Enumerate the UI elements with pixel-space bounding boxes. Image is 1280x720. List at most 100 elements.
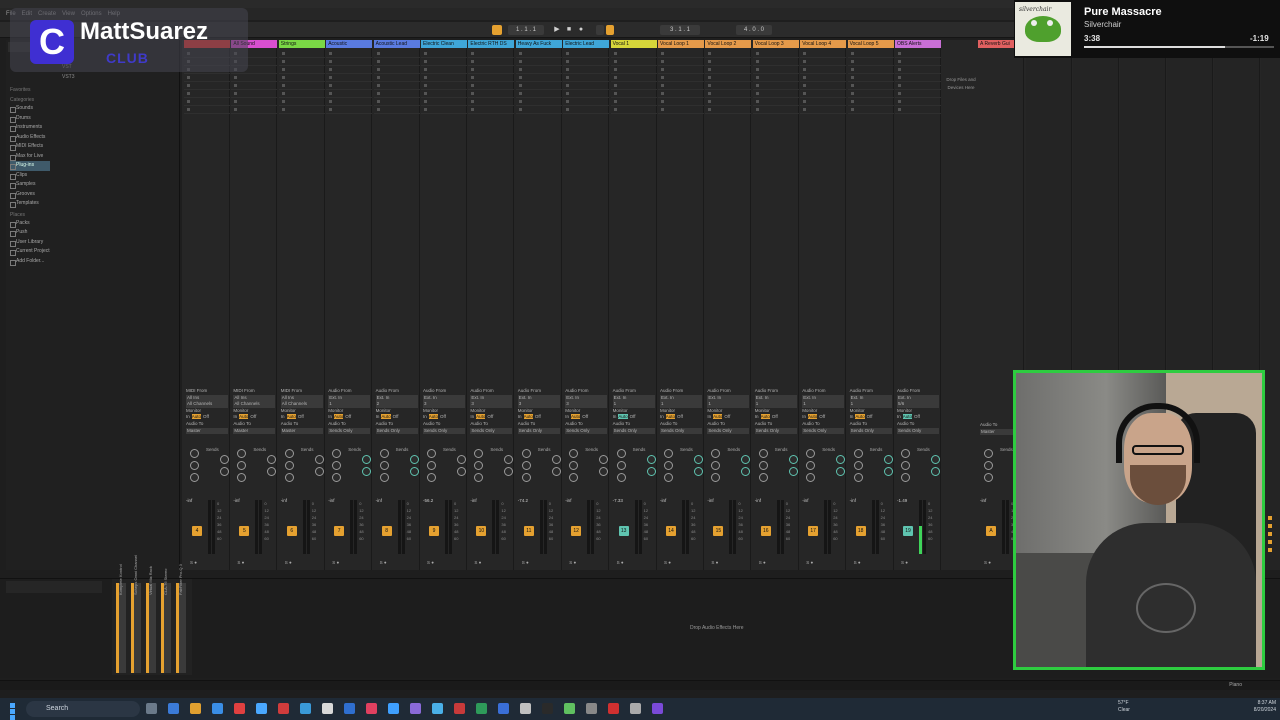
taskbar-app-icon[interactable]: [432, 703, 443, 714]
browser-item[interactable]: User Library: [10, 238, 50, 248]
monitor-auto-button[interactable]: Auto: [286, 414, 296, 420]
volume-fader[interactable]: [923, 500, 926, 554]
solo-arm-row[interactable]: S ●: [332, 560, 339, 565]
clip-slot[interactable]: [705, 90, 752, 98]
send-knob[interactable]: [984, 461, 993, 470]
clip-slot[interactable]: [278, 74, 325, 82]
clip-slot[interactable]: [752, 74, 799, 82]
send-knob[interactable]: [646, 467, 656, 476]
send-knob[interactable]: [788, 455, 798, 464]
input-sub-select[interactable]: 3: [565, 401, 608, 408]
volume-value[interactable]: -inf: [660, 498, 674, 503]
monitor-auto-button[interactable]: Auto: [570, 414, 581, 420]
output-select[interactable]: Sends Only: [470, 427, 513, 435]
taskbar-app-icon[interactable]: [190, 703, 201, 714]
monitor-auto-button[interactable]: Auto: [523, 414, 533, 420]
clip-slot[interactable]: [895, 50, 941, 58]
send-knob[interactable]: [379, 461, 389, 470]
record-icon[interactable]: ●: [577, 26, 585, 34]
clip-slot[interactable]: [278, 58, 325, 66]
clip-slot[interactable]: [705, 66, 752, 74]
output-select[interactable]: Sends Only: [707, 427, 750, 435]
send-knob[interactable]: [551, 467, 561, 476]
monitor-in-button[interactable]: In: [518, 414, 522, 419]
device-strip[interactable]: Komplete Kontrol: [116, 564, 126, 673]
send-knob[interactable]: [409, 467, 419, 476]
send-knob[interactable]: [853, 461, 863, 470]
track-title[interactable]: Electric Lead: [563, 40, 610, 48]
volume-fader[interactable]: [828, 500, 832, 554]
send-knob[interactable]: [332, 461, 342, 470]
clip-slot[interactable]: [515, 66, 562, 74]
send-knob[interactable]: [806, 461, 816, 470]
send-knob[interactable]: [409, 455, 419, 464]
clip-slot[interactable]: [231, 90, 278, 98]
monitor-off-button[interactable]: Off: [914, 414, 920, 419]
volume-value[interactable]: -1.49: [897, 498, 911, 503]
monitor-buttons[interactable]: In Auto Off: [897, 414, 939, 421]
clip-slot[interactable]: [752, 50, 799, 58]
input-sub-select[interactable]: 1: [802, 401, 845, 408]
send-knob[interactable]: [931, 467, 940, 476]
clip-slot[interactable]: [705, 82, 752, 90]
input-channel-select[interactable]: Ext. In: [612, 394, 655, 402]
monitor-in-button[interactable]: In: [470, 414, 474, 419]
volume-value[interactable]: -inf: [802, 498, 816, 503]
volume-value[interactable]: -inf: [755, 498, 769, 503]
monitor-auto-button[interactable]: Auto: [191, 414, 202, 420]
device-strip[interactable]: CLA-76 Stereo: [161, 569, 171, 673]
clip-slot[interactable]: [468, 66, 515, 74]
browser-item[interactable]: Max for Live: [10, 152, 50, 162]
clip-slot[interactable]: [610, 98, 657, 106]
monitor-in-button[interactable]: In: [660, 414, 664, 419]
browser-item[interactable]: Packs: [10, 219, 50, 229]
clip-slot[interactable]: [373, 66, 420, 74]
clip-slot[interactable]: [563, 106, 610, 114]
send-knob[interactable]: [474, 461, 484, 470]
taskbar-search-input[interactable]: Search: [26, 701, 140, 717]
clip-slot[interactable]: [563, 82, 610, 90]
arrangement-position[interactable]: 1 . 1 . 1: [508, 25, 544, 35]
windows-start-icon[interactable]: [10, 703, 21, 720]
send-knob[interactable]: [267, 455, 277, 464]
monitor-buttons[interactable]: In Auto Off: [565, 414, 607, 421]
track-title[interactable]: Heavy As Fuck: [515, 40, 562, 48]
taskbar-app-icon[interactable]: [542, 703, 553, 714]
send-knob[interactable]: [237, 449, 247, 458]
track-title[interactable]: OBS Alerts: [895, 40, 941, 48]
taskbar-app-icon[interactable]: [146, 703, 157, 714]
taskbar-app-icon[interactable]: [608, 703, 619, 714]
clip-slot[interactable]: [752, 98, 799, 106]
clip-slot[interactable]: [373, 50, 420, 58]
clip-slot[interactable]: [278, 50, 325, 58]
solo-arm-row[interactable]: S ●: [711, 560, 718, 565]
track-title[interactable]: Strings: [278, 40, 325, 48]
clip-slot[interactable]: [373, 98, 420, 106]
send-knob[interactable]: [521, 473, 531, 482]
monitor-off-button[interactable]: Off: [772, 414, 778, 419]
clip-slot[interactable]: [278, 82, 325, 90]
volume-value[interactable]: -inf: [233, 498, 247, 503]
clip-slot[interactable]: [515, 90, 562, 98]
clip-slot[interactable]: [184, 74, 230, 82]
monitor-off-button[interactable]: Off: [535, 414, 541, 419]
monitor-in-button[interactable]: In: [423, 414, 427, 419]
track-activator-button[interactable]: 19: [903, 526, 913, 536]
send-knob[interactable]: [694, 455, 703, 464]
track-activator-button[interactable]: 11: [523, 526, 534, 536]
clip-slot[interactable]: [895, 98, 941, 106]
input-sub-select[interactable]: 3: [470, 401, 513, 408]
taskbar-app-icon[interactable]: [388, 703, 399, 714]
clip-slot[interactable]: [658, 74, 704, 82]
send-knob[interactable]: [806, 449, 816, 458]
volume-fader[interactable]: [306, 500, 310, 554]
monitor-off-button[interactable]: Off: [487, 414, 493, 419]
clip-slot[interactable]: [895, 82, 941, 90]
taskbar-app-icon[interactable]: [300, 703, 311, 714]
send-knob[interactable]: [836, 455, 846, 464]
monitor-auto-button[interactable]: Auto: [476, 414, 486, 420]
volume-fader[interactable]: [686, 500, 689, 554]
send-knob[interactable]: [711, 449, 721, 458]
send-knob[interactable]: [332, 449, 342, 458]
track-title[interactable]: Vocal Loop 3: [752, 40, 799, 48]
